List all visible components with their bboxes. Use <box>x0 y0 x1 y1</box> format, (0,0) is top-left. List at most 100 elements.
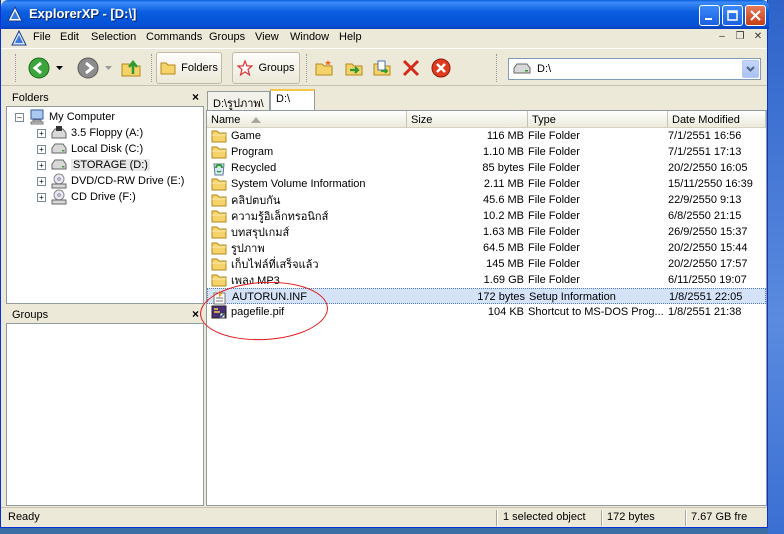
close-button[interactable] <box>745 5 766 26</box>
folders-tree[interactable]: – My Computer + 3.5 Floppy (A:) + Local … <box>6 106 204 304</box>
expand-toggle[interactable]: + <box>37 192 46 202</box>
chevron-down-icon <box>104 66 112 70</box>
toolbar-grip[interactable] <box>151 54 154 82</box>
groups-pane-title: Groups <box>12 309 49 321</box>
file-row[interactable]: Recycled 85 bytes File Folder 20/2/2550 16:… <box>207 160 766 176</box>
new-folder-icon <box>315 60 333 76</box>
file-name: บทสรุปเกมส์ <box>231 227 290 239</box>
menu-file[interactable]: File <box>33 31 51 43</box>
toolbar-grip[interactable] <box>15 54 18 82</box>
toolbar-grip[interactable] <box>306 54 309 82</box>
groups-list[interactable] <box>6 323 204 506</box>
tree-item-my-computer[interactable]: – My Computer <box>15 109 115 125</box>
menu-selection[interactable]: Selection <box>91 31 136 43</box>
menu-help[interactable]: Help <box>339 31 362 43</box>
file-size: 10.2 MB <box>483 210 524 222</box>
column-header-type[interactable]: Type <box>528 111 668 128</box>
status-selection-size: 172 bytes <box>607 511 655 523</box>
tree-item-local-disk-c[interactable]: + Local Disk (C:) <box>37 141 143 157</box>
file-row[interactable]: บทสรุปเกมส์ 1.63 MB File Folder 26/9/2550 1… <box>207 224 766 240</box>
menu-bar: File Edit Selection Commands Groups View… <box>1 29 767 47</box>
tree-item-dvd-drive-e[interactable]: + DVD/CD-RW Drive (E:) <box>37 173 184 189</box>
menu-commands[interactable]: Commands <box>146 31 202 43</box>
file-date-modified: 20/2/2550 15:44 <box>668 242 748 254</box>
toolbar: Folders Groups D:\ <box>1 48 767 86</box>
file-date-modified: 1/8/2551 21:38 <box>668 306 742 318</box>
folders-pane-close-button[interactable]: × <box>192 90 199 104</box>
file-type: Shortcut to MS-DOS Prog... <box>528 306 664 318</box>
new-folder-button[interactable] <box>313 52 335 84</box>
forward-button[interactable] <box>76 52 100 84</box>
minimize-button[interactable] <box>699 5 720 26</box>
expand-toggle[interactable]: + <box>37 176 46 186</box>
groups-toggle-button[interactable]: Groups <box>232 52 300 84</box>
copy-to-button[interactable] <box>371 52 393 84</box>
address-value[interactable]: D:\ <box>537 63 551 75</box>
stop-button[interactable] <box>430 52 452 84</box>
address-combobox[interactable]: D:\ <box>508 58 761 80</box>
column-header-size[interactable]: Size <box>407 111 528 128</box>
explorerxp-window: ExplorerXP - [D:\] File Edit Selection C… <box>0 0 769 528</box>
chevron-down-icon <box>746 66 755 72</box>
maximize-icon <box>727 10 738 21</box>
tree-item-cd-drive-f[interactable]: + CD Drive (F:) <box>37 189 136 205</box>
file-date-modified: 15/11/2550 16:39 <box>668 178 753 190</box>
tree-item-label: My Computer <box>49 111 116 123</box>
file-row[interactable]: รูปภาพ 64.5 MB File Folder 20/2/2550 15:44 <box>207 240 766 256</box>
document-app-icon[interactable] <box>11 30 27 46</box>
file-type: File Folder <box>528 242 580 254</box>
column-header-name[interactable]: Name <box>207 111 407 128</box>
folder-icon <box>160 62 176 75</box>
back-dropdown-button[interactable] <box>54 52 64 84</box>
hard-disk-icon <box>51 143 67 154</box>
address-dropdown-button[interactable] <box>742 60 759 78</box>
move-to-button[interactable] <box>343 52 365 84</box>
folders-pane-header: Folders × <box>6 90 204 106</box>
groups-pane-close-button[interactable]: × <box>192 307 199 321</box>
file-row[interactable]: ความรู้อิเล็กทรอนิกส์ 10.2 MB File Folder 6… <box>207 208 766 224</box>
folder-icon <box>211 194 227 207</box>
menu-groups[interactable]: Groups <box>209 31 245 43</box>
column-header-label: Size <box>411 114 433 126</box>
star-icon <box>237 60 254 76</box>
forward-dropdown-button[interactable] <box>103 52 113 84</box>
file-row[interactable]: System Volume Information 2.11 MB File Fol… <box>207 176 766 192</box>
tree-item-storage-d[interactable]: + STORAGE (D:) <box>37 157 150 173</box>
up-folder-button[interactable] <box>119 52 143 84</box>
toolbar-grip[interactable] <box>496 54 499 82</box>
collapse-toggle[interactable]: – <box>15 112 24 122</box>
back-button[interactable] <box>27 52 51 84</box>
tab-d-pictures[interactable]: D:\รูปภาพ\ <box>207 91 270 110</box>
file-size: 45.6 MB <box>483 194 524 206</box>
folders-pane-title: Folders <box>12 92 49 104</box>
file-type: File Folder <box>528 274 580 286</box>
tree-item-floppy[interactable]: + 3.5 Floppy (A:) <box>37 125 143 141</box>
title-bar[interactable]: ExplorerXP - [D:\] <box>1 0 769 29</box>
file-type: File Folder <box>528 194 580 206</box>
mdi-restore-button[interactable]: ❐ <box>732 30 748 44</box>
file-date-modified: 1/8/2551 22:05 <box>669 291 743 303</box>
menu-edit[interactable]: Edit <box>60 31 79 43</box>
maximize-button[interactable] <box>722 5 743 26</box>
column-header-date-modified[interactable]: Date Modified <box>668 111 766 128</box>
file-row[interactable]: เก็บไฟล์ที่เสร็จแล้ว 145 MB File Folder 20/… <box>207 256 766 272</box>
mdi-close-button[interactable]: ✕ <box>750 30 766 44</box>
menu-view[interactable]: View <box>255 31 279 43</box>
cd-drive-icon <box>51 173 67 189</box>
file-name: คลิปตบกัน <box>231 195 281 207</box>
folders-toggle-label: Folders <box>181 62 218 74</box>
expand-toggle[interactable]: + <box>37 128 46 138</box>
file-row[interactable]: Program 1.10 MB File Folder 7/1/2551 17:13 <box>207 144 766 160</box>
desktop-background <box>768 0 784 534</box>
file-row[interactable]: คลิปตบกัน 45.6 MB File Folder 22/9/2550 9:1… <box>207 192 766 208</box>
file-row[interactable]: Game 116 MB File Folder 7/1/2551 16:56 <box>207 128 766 144</box>
file-name-cell: รูปภาพ <box>211 240 407 256</box>
expand-toggle[interactable]: + <box>37 144 46 154</box>
expand-toggle[interactable]: + <box>37 160 46 170</box>
mdi-minimize-button[interactable]: – <box>714 30 730 44</box>
folders-toggle-button[interactable]: Folders <box>156 52 222 84</box>
delete-button[interactable] <box>400 52 422 84</box>
folder-icon <box>211 258 227 271</box>
menu-window[interactable]: Window <box>290 31 329 43</box>
tab-d-root[interactable]: D:\ <box>270 89 315 110</box>
